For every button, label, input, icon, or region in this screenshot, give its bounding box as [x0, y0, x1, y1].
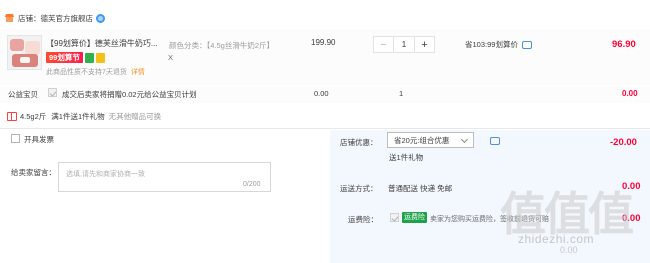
product-title[interactable]: 【99划算价】德芙丝滑牛奶巧... [46, 38, 158, 49]
gift-row: 4.5g2斤 满1件送1件礼物 无其他赠品可换 [7, 111, 161, 122]
discount-select[interactable]: 省20元:组合优惠 [387, 132, 474, 148]
gift-icon [7, 112, 17, 121]
chevron-down-icon [460, 135, 469, 144]
unit-price-info: 省103:99划算价 [465, 39, 532, 50]
message-label: 给卖家留言： [11, 168, 56, 177]
insurance-label: 运费险： [348, 215, 378, 224]
item-price: 199.90 [311, 38, 336, 47]
quantity-input[interactable]: 1 [393, 37, 415, 52]
shop-icon [4, 13, 15, 23]
discount-label: 店铺优惠： [340, 138, 378, 147]
chat-icon[interactable] [521, 40, 532, 49]
charity-text: 成交后卖家将捐赠0.02元给公益宝贝计划 [62, 90, 197, 99]
shop-label: 店铺： [18, 13, 41, 23]
charity-quantity: 1 [399, 89, 404, 98]
sku-label: 颜色分类：【4.5g丝滑牛奶2斤】 [169, 41, 275, 50]
sku-extra: X [168, 53, 174, 62]
quantity-stepper: − 1 + [373, 36, 435, 53]
discount-info-icon[interactable] [490, 137, 500, 145]
invoice-checkbox[interactable] [11, 134, 20, 143]
charity-subtotal: 0.00 [622, 89, 638, 98]
service-icon-green [84, 52, 94, 63]
insurance-checkbox[interactable] [390, 213, 399, 222]
shop-name[interactable]: 德芙官方旗舰店 [41, 13, 94, 24]
return-notice: 此商品性质不支持7天退货 详情 [46, 69, 145, 76]
shipping-label: 运送方式： [340, 184, 378, 193]
shop-header: 店铺： 德芙官方旗舰店 [4, 10, 105, 26]
service-icon-yellow [95, 52, 105, 63]
bottom-total: 0.00 [560, 245, 578, 255]
discount-selected-value: 省20元:组合优惠 [394, 135, 450, 145]
return-detail-link[interactable]: 详情 [131, 69, 145, 76]
shipping-method: 普通配送 快递 免邮 [388, 184, 453, 193]
unit-price-text: 省103:99划算价 [465, 40, 518, 49]
quantity-plus-button[interactable]: + [415, 37, 434, 52]
gift-sku: 4.5g2斤 [20, 112, 47, 121]
charity-label: 公益宝贝 [8, 90, 38, 99]
message-placeholder: 选填,请先和商家协商一致 [66, 171, 145, 178]
charity-checkbox[interactable] [48, 88, 57, 97]
tag-99-festival: 99划算节 [46, 52, 83, 63]
quantity-minus-button[interactable]: − [374, 37, 393, 52]
gift-text: 满1件送1件礼物 [51, 112, 105, 121]
invoice-label[interactable]: 开具发票 [24, 134, 54, 145]
divider [0, 128, 650, 129]
message-char-count: 0/200 [243, 181, 261, 188]
shop-badge-icon [96, 13, 105, 23]
insurance-tag: 运费险 [402, 212, 427, 223]
product-thumbnail[interactable] [7, 35, 42, 70]
watermark-url: zhidezhi.com [518, 232, 595, 246]
charity-price: 0.00 [314, 89, 329, 98]
gift-note: 无其他赠品可换 [108, 112, 162, 121]
item-subtotal: 96.90 [612, 39, 636, 50]
discount-amount: -20.00 [610, 137, 637, 148]
product-tags: 99划算节 [46, 52, 105, 63]
discount-gift-note: 送1件礼物 [389, 153, 424, 162]
